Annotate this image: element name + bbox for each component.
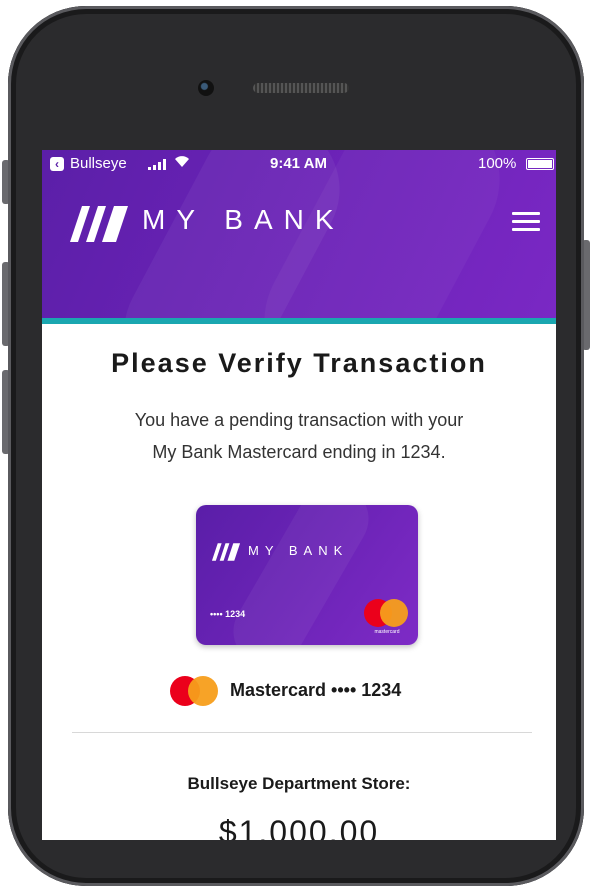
- status-time: 9:41 AM: [270, 155, 327, 172]
- brand-name: MY BANK: [142, 204, 345, 235]
- description-line: You have a pending transaction with your: [134, 410, 464, 430]
- card-network-label: mastercard: [374, 629, 400, 635]
- battery-percentage: 100%: [478, 155, 517, 172]
- divider: [72, 732, 532, 733]
- signal-strength-icon: [148, 158, 170, 170]
- front-camera: [198, 80, 214, 96]
- header-accent-bar: [42, 318, 556, 324]
- description-line: My Bank Mastercard ending in 1234.: [152, 442, 446, 462]
- earpiece-speaker: [253, 83, 349, 93]
- credit-card-image: MY BANK •••• 1234 mastercard: [196, 505, 418, 645]
- transaction-amount: $1,000.00: [218, 814, 380, 840]
- merchant-name: Bullseye Department Store:: [187, 774, 411, 793]
- payment-method-label: Mastercard •••• 1234: [230, 680, 402, 700]
- app-header: ‹ Bullseye 9:41 AM 100% MY BANK: [42, 150, 556, 318]
- back-to-app-label[interactable]: Bullseye: [70, 155, 127, 172]
- wifi-icon: [174, 154, 190, 172]
- card-brand-name: MY BANK: [248, 543, 349, 558]
- status-bar: ‹ Bullseye 9:41 AM 100%: [42, 150, 556, 178]
- my-bank-logo-icon: [70, 206, 128, 242]
- card-number: •••• 1234: [210, 609, 246, 619]
- mastercard-logo-icon: [170, 676, 218, 706]
- battery-icon: [526, 158, 554, 170]
- page-title: Please Verify Transaction: [111, 348, 487, 378]
- phone-screen: ‹ Bullseye 9:41 AM 100% MY BANK Please V…: [42, 150, 556, 840]
- hamburger-menu-icon[interactable]: [512, 212, 540, 232]
- mastercard-logo-icon: [364, 599, 410, 629]
- transaction-description: You have a pending transaction with your…: [82, 404, 516, 468]
- back-to-app-icon[interactable]: ‹: [50, 157, 64, 171]
- card-decoration: [220, 505, 382, 645]
- card-logo-icon: [211, 543, 241, 561]
